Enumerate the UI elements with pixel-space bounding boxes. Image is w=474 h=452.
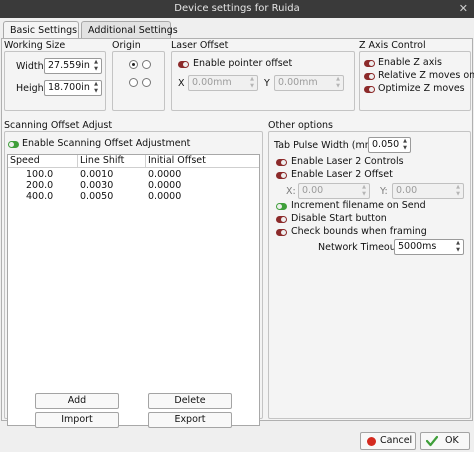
relative-z-toggle[interactable] xyxy=(364,73,375,80)
other-options-title: Other options xyxy=(268,120,333,131)
increment-filename-label: Increment filename on Send xyxy=(291,200,426,211)
height-value: 18.700in xyxy=(48,82,90,93)
network-timeout-spinbox[interactable]: 5000ms ▲ ▼ xyxy=(394,239,464,255)
laser-offset-title: Laser Offset xyxy=(171,40,229,51)
offset-x-spinbox[interactable]: 0.00mm ▲ ▼ xyxy=(188,75,258,91)
tab-additional-settings[interactable]: Additional Settings xyxy=(81,21,178,39)
table-cell[interactable]: 100.0 xyxy=(26,169,53,180)
check-bounds-toggle[interactable] xyxy=(276,229,287,236)
import-button[interactable]: Import xyxy=(35,412,119,428)
working-size-title: Working Size xyxy=(4,40,66,51)
origin-top-left-radio[interactable] xyxy=(129,60,138,69)
relative-z-label: Relative Z moves only xyxy=(378,70,474,81)
spin-arrows-icon[interactable]: ▲ ▼ xyxy=(454,240,462,254)
spin-arrows-icon[interactable]: ▲ ▼ xyxy=(454,184,462,198)
origin-bottom-right-radio[interactable] xyxy=(142,78,151,87)
scanning-offset-label: Enable Scanning Offset Adjustment xyxy=(22,138,191,149)
pointer-offset-toggle[interactable] xyxy=(178,61,189,68)
ok-label: OK xyxy=(445,435,459,446)
enable-z-axis-toggle[interactable] xyxy=(364,60,375,67)
offset-y-value: 0.00mm xyxy=(278,77,318,88)
laser2-x-spinbox[interactable]: 0.00 ▲ ▼ xyxy=(298,183,370,199)
network-timeout-label: Network Timeout xyxy=(318,242,400,253)
table-cell[interactable]: 0.0030 xyxy=(80,180,113,191)
table-cell[interactable]: 400.0 xyxy=(26,191,53,202)
checkmark-icon xyxy=(426,435,438,447)
tab-pulse-spinbox[interactable]: 0.050 ▲ ▼ xyxy=(368,137,411,153)
width-value: 27.559in xyxy=(48,60,90,71)
spin-arrows-icon[interactable]: ▲ ▼ xyxy=(92,59,100,73)
header-divider xyxy=(8,167,259,168)
cancel-icon xyxy=(367,437,376,446)
delete-button[interactable]: Delete xyxy=(148,393,232,409)
table-cell[interactable]: 200.0 xyxy=(26,180,53,191)
table-cell[interactable]: 0.0000 xyxy=(148,169,181,180)
optimize-z-toggle[interactable] xyxy=(364,86,375,93)
enable-z-axis-label: Enable Z axis xyxy=(378,57,442,68)
laser2-y-spinbox[interactable]: 0.00 ▲ ▼ xyxy=(392,183,464,199)
ok-button[interactable]: OK xyxy=(420,432,470,450)
laser2-x-value: 0.00 xyxy=(302,185,324,196)
offset-x-value: 0.00mm xyxy=(192,77,232,88)
spin-arrows-icon[interactable]: ▲ ▼ xyxy=(92,81,100,95)
z-axis-title: Z Axis Control xyxy=(359,40,426,51)
spin-arrows-icon[interactable]: ▲ ▼ xyxy=(360,184,368,198)
spin-arrows-icon[interactable]: ▲ ▼ xyxy=(334,76,342,90)
network-timeout-value: 5000ms xyxy=(398,241,437,252)
close-icon[interactable]: ✕ xyxy=(459,0,468,18)
tab-pulse-label: Tab Pulse Width (mm) xyxy=(274,140,378,151)
laser2-y-label: Y: xyxy=(380,186,388,197)
laser2-offset-toggle[interactable] xyxy=(276,172,287,179)
scanning-offset-table[interactable]: Speed Line Shift Initial Offset 100.0 0.… xyxy=(7,154,260,426)
cancel-button[interactable]: Cancel xyxy=(360,432,416,450)
add-button[interactable]: Add xyxy=(35,393,119,409)
offset-y-label: Y xyxy=(264,78,270,89)
tab-panel: Working Size Width 27.559in ▲ ▼ Height 18… xyxy=(1,38,474,428)
offset-x-label: X xyxy=(178,78,185,89)
window-title: Device settings for Ruida xyxy=(174,3,300,14)
laser2-y-value: 0.00 xyxy=(396,185,418,196)
origin-group xyxy=(112,51,165,111)
table-cell[interactable]: 0.0050 xyxy=(80,191,113,202)
scanning-offset-toggle[interactable] xyxy=(8,141,19,148)
table-cell[interactable]: 0.0000 xyxy=(148,180,181,191)
disable-start-toggle[interactable] xyxy=(276,216,287,223)
scanning-title: Scanning Offset Adjust xyxy=(4,120,113,131)
width-spinbox[interactable]: 27.559in ▲ ▼ xyxy=(44,58,102,74)
cancel-label: Cancel xyxy=(380,435,413,446)
laser2-offset-label: Enable Laser 2 Offset xyxy=(291,169,393,180)
origin-bottom-left-radio[interactable] xyxy=(129,78,138,87)
width-label: Width xyxy=(16,61,44,72)
spin-arrows-icon[interactable]: ▲ ▼ xyxy=(248,76,256,90)
height-spinbox[interactable]: 18.700in ▲ ▼ xyxy=(44,80,102,96)
offset-y-spinbox[interactable]: 0.00mm ▲ ▼ xyxy=(274,75,344,91)
origin-top-right-radio[interactable] xyxy=(142,60,151,69)
laser2-x-label: X: xyxy=(286,186,296,197)
laser2-controls-label: Enable Laser 2 Controls xyxy=(291,156,404,167)
optimize-z-label: Optimize Z moves xyxy=(378,83,465,94)
height-label: Height xyxy=(16,83,48,94)
tab-pulse-value: 0.050 xyxy=(372,139,400,150)
laser2-controls-toggle[interactable] xyxy=(276,159,287,166)
table-cell[interactable]: 0.0010 xyxy=(80,169,113,180)
export-button[interactable]: Export xyxy=(148,412,232,428)
dialog-window: Basic Settings Additional Settings Worki… xyxy=(0,18,474,452)
pointer-offset-label: Enable pointer offset xyxy=(193,58,293,69)
table-cell[interactable]: 0.0000 xyxy=(148,191,181,202)
origin-title: Origin xyxy=(112,40,141,51)
increment-filename-toggle[interactable] xyxy=(276,203,287,210)
check-bounds-label: Check bounds when framing xyxy=(291,226,427,237)
spin-arrows-icon[interactable]: ▲ ▼ xyxy=(401,138,409,152)
title-bar: Device settings for Ruida ✕ xyxy=(0,0,474,18)
disable-start-label: Disable Start button xyxy=(291,213,387,224)
